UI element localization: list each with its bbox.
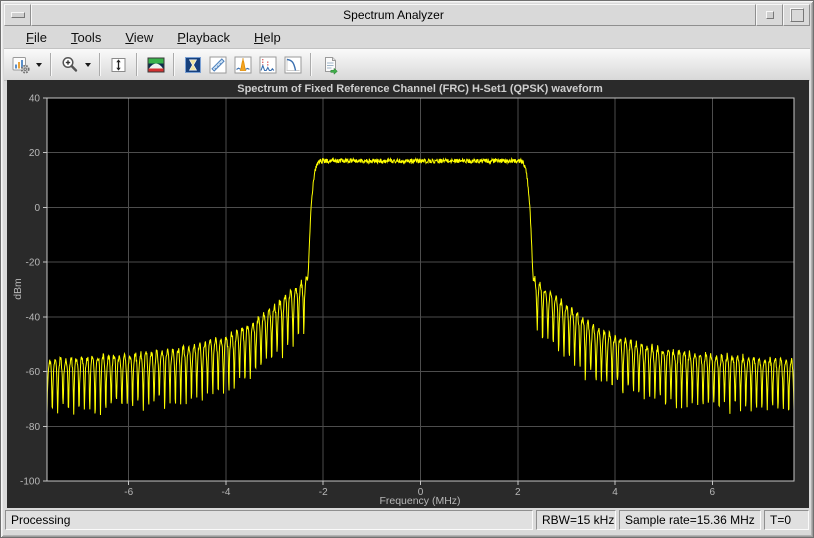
menu-file[interactable]: File — [23, 27, 50, 48]
maximize-button[interactable] — [783, 4, 810, 26]
distortion-icon — [259, 56, 276, 73]
window-menu-icon — [10, 12, 25, 18]
spectrum-settings-button[interactable] — [143, 52, 168, 77]
mask-icon — [184, 56, 201, 73]
peak-icon — [234, 56, 251, 73]
statusbar: Processing RBW=15 kHz Sample rate=15.36 … — [5, 506, 809, 534]
sample-rate-value: Sample rate=15.36 MHz — [625, 513, 755, 527]
toolbar-separator — [173, 53, 175, 76]
plot-title: Spectrum of Fixed Reference Channel (FRC… — [237, 83, 603, 95]
menu-help[interactable]: Help — [251, 27, 284, 48]
toolbar-separator — [310, 53, 312, 76]
chart-gear-icon — [12, 56, 30, 74]
y-tick-label: 20 — [29, 148, 41, 159]
time-value: T=0 — [770, 513, 792, 527]
spectrum-plot[interactable]: -6 -4 -2 0 2 4 640200-20-40-60-80-100 Spectrum… — [7, 80, 809, 508]
rbw-panel: RBW=15 kHz — [536, 510, 616, 530]
status-text: Processing — [11, 513, 71, 527]
spectrum-icon — [147, 57, 164, 72]
y-tick-label: 40 — [29, 94, 41, 105]
menu-tools[interactable]: Tools — [68, 27, 104, 48]
rbw-value: RBW=15 kHz — [542, 513, 615, 527]
x-tick-label: 4 — [612, 487, 618, 498]
x-tick-label: 6 — [710, 487, 716, 498]
spectrum-figure: -6 -4 -2 0 2 4 6 40 20 0 -20 -40 -60 -80 -100 Spectrum… — [7, 80, 809, 508]
y-tick-label: -100 — [20, 477, 40, 488]
toolbar-separator — [99, 53, 101, 76]
sample-rate-panel: Sample rate=15.36 MHz — [619, 510, 761, 530]
y-tick-label: -60 — [26, 367, 41, 378]
x-tick-label: -4 — [222, 487, 231, 498]
window-title-area[interactable]: Spectrum Analyzer — [31, 4, 756, 26]
ccdf-measurements-button[interactable] — [280, 52, 305, 77]
scale-axes-button[interactable] — [106, 52, 131, 77]
y-tick-label: -20 — [26, 258, 41, 269]
spectral-mask-button[interactable] — [180, 52, 205, 77]
configuration-properties-button[interactable] — [8, 52, 33, 77]
document-export-icon — [324, 56, 338, 75]
cursor-measurements-button[interactable] — [205, 52, 230, 77]
axes-span-icon — [111, 57, 125, 72]
toolbar — [4, 49, 810, 81]
zoom-dropdown[interactable] — [82, 52, 94, 77]
menu-playback[interactable]: Playback — [174, 27, 233, 48]
toolbar-separator — [50, 53, 52, 76]
zoom-button[interactable] — [57, 52, 82, 77]
titlebar: Spectrum Analyzer — [4, 4, 810, 26]
ccdf-icon — [284, 56, 301, 73]
minimize-icon — [765, 11, 774, 19]
distortion-measurements-button[interactable] — [255, 52, 280, 77]
y-tick-label: -40 — [26, 312, 41, 323]
ruler-icon — [209, 56, 226, 73]
zoom-in-icon — [61, 56, 77, 72]
y-tick-label: 0 — [34, 203, 40, 214]
menubar: File Tools View Playback Help — [4, 26, 810, 49]
x-tick-label: 2 — [515, 487, 521, 498]
dropdown-arrow-icon — [85, 62, 91, 67]
dropdown-arrow-icon — [36, 62, 42, 67]
x-tick-label: -6 — [124, 487, 133, 498]
minimize-button[interactable] — [756, 4, 783, 26]
peak-finder-button[interactable] — [230, 52, 255, 77]
menu-view[interactable]: View — [122, 27, 156, 48]
x-tick-label: -2 — [319, 487, 328, 498]
generate-script-button[interactable] — [317, 52, 342, 77]
window-title: Spectrum Analyzer — [343, 8, 444, 22]
toolbar-separator — [136, 53, 138, 76]
configuration-properties-dropdown[interactable] — [33, 52, 45, 77]
maximize-icon — [789, 8, 804, 22]
y-axis-label: dBm — [12, 278, 24, 300]
status-panel: Processing — [5, 510, 533, 530]
time-panel: T=0 — [764, 510, 809, 530]
y-tick-label: -80 — [26, 422, 41, 433]
spectrum-analyzer-window: Spectrum Analyzer File Tools View Playba… — [0, 0, 814, 538]
window-menu-button[interactable] — [4, 4, 31, 26]
